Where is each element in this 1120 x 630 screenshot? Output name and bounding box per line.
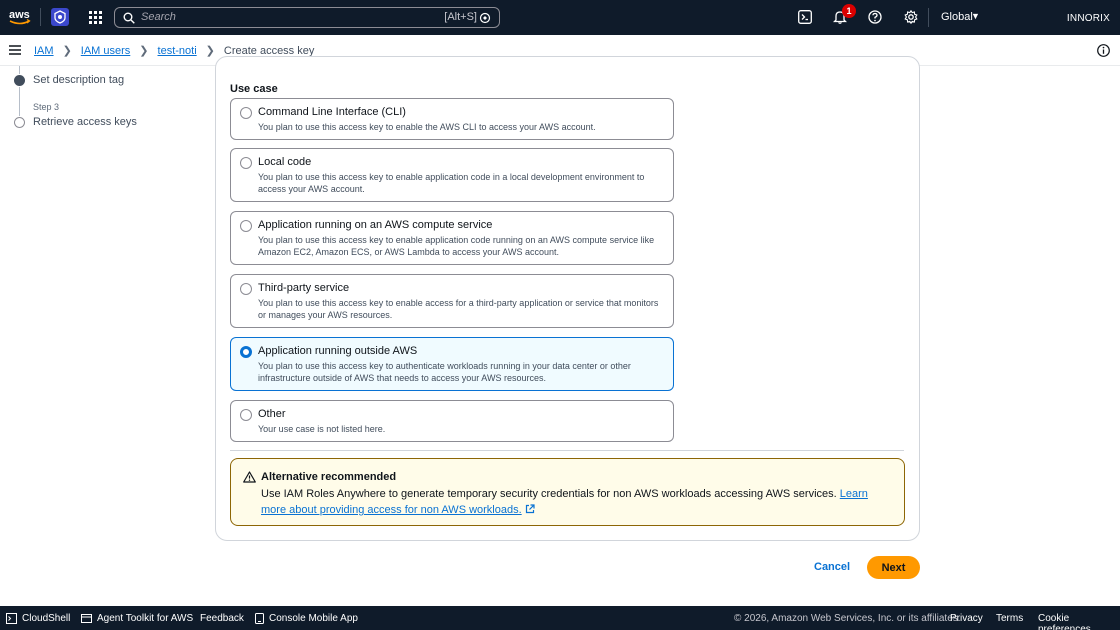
- settings-gear-icon[interactable]: [904, 10, 918, 24]
- footer-console-mobile[interactable]: Console Mobile App: [255, 613, 358, 624]
- services-grid-icon[interactable]: [89, 11, 102, 24]
- external-link-icon[interactable]: [525, 504, 535, 514]
- footer-agent-toolkit[interactable]: Agent Toolkit for AWS: [81, 613, 193, 624]
- footer-cookie-preferences[interactable]: Cookie preferences: [1038, 613, 1120, 630]
- search-shortcut: [Alt+S]: [444, 11, 477, 23]
- option-label: Application running on an AWS compute se…: [258, 219, 493, 231]
- footer-agent-toolkit-label: Agent Toolkit for AWS: [97, 613, 194, 624]
- radio-button[interactable]: [240, 157, 252, 169]
- option-description: You plan to use this access key to enabl…: [258, 172, 645, 194]
- breadcrumb-user[interactable]: test-noti: [158, 45, 197, 57]
- top-navigation: aws Search [Alt+S] 1 Global ▼ INNORIX: [0, 0, 1120, 35]
- use-case-title: Use case: [230, 83, 278, 95]
- search-icon: [123, 12, 135, 24]
- chevron-right-icon: ❯: [139, 45, 149, 57]
- footer: CloudShell Agent Toolkit for AWS Feedbac…: [0, 606, 1120, 630]
- breadcrumb-iam-users[interactable]: IAM users: [81, 45, 131, 57]
- footer-privacy[interactable]: Privacy: [950, 613, 983, 624]
- alert-title: Alternative recommended: [261, 471, 397, 483]
- next-button[interactable]: Next: [867, 556, 920, 579]
- option-description: You plan to use this access key to enabl…: [258, 122, 596, 132]
- aws-logo[interactable]: aws: [8, 6, 32, 28]
- help-icon[interactable]: [868, 10, 882, 24]
- notification-badge: 1: [842, 4, 856, 18]
- option-description: You plan to use this access key to enabl…: [258, 235, 655, 257]
- radio-button[interactable]: [240, 107, 252, 119]
- option-label: Command Line Interface (CLI): [258, 106, 406, 118]
- footer-feedback[interactable]: Feedback: [200, 613, 244, 624]
- radio-button[interactable]: [240, 409, 252, 421]
- warning-icon: [243, 471, 256, 483]
- iam-service-icon[interactable]: [51, 8, 69, 26]
- search-input[interactable]: Search [Alt+S]: [114, 7, 500, 28]
- cancel-button[interactable]: Cancel: [814, 561, 850, 573]
- search-settings-icon[interactable]: [479, 12, 491, 24]
- nav-separator: [40, 8, 41, 26]
- footer-terms[interactable]: Terms: [996, 613, 1023, 624]
- footer-cloudshell[interactable]: CloudShell: [6, 613, 70, 624]
- region-selector[interactable]: Global: [941, 11, 973, 23]
- alert-text: Use IAM Roles Anywhere to generate tempo…: [261, 488, 837, 500]
- section-divider: [230, 450, 904, 451]
- nav-separator: [928, 8, 929, 27]
- breadcrumb-current: Create access key: [223, 44, 315, 57]
- hamburger-menu-icon[interactable]: [9, 44, 21, 56]
- breadcrumb-iam[interactable]: IAM: [34, 45, 54, 57]
- step-indicator-active: [14, 75, 25, 86]
- info-icon[interactable]: [1097, 44, 1110, 57]
- alternative-recommended-alert: Alternative recommended Use IAM Roles An…: [230, 458, 905, 526]
- use-case-option-cli[interactable]: Command Line Interface (CLI) You plan to…: [230, 98, 674, 140]
- use-case-option-aws-compute[interactable]: Application running on an AWS compute se…: [230, 211, 674, 265]
- step-connector: [19, 87, 20, 116]
- toolkit-icon: [81, 614, 92, 623]
- option-label: Local code: [258, 156, 312, 168]
- radio-button[interactable]: [240, 283, 252, 295]
- use-case-option-local-code[interactable]: Local code You plan to use this access k…: [230, 148, 674, 202]
- radio-button[interactable]: [240, 220, 252, 232]
- svg-text:aws: aws: [9, 9, 30, 21]
- mobile-icon: [255, 613, 264, 624]
- alert-body: Use IAM Roles Anywhere to generate tempo…: [261, 486, 891, 518]
- use-case-option-third-party[interactable]: Third-party service You plan to use this…: [230, 274, 674, 328]
- use-case-option-outside-aws[interactable]: Application running outside AWS You plan…: [230, 337, 674, 391]
- footer-copyright: © 2026, Amazon Web Services, Inc. or its…: [734, 613, 961, 624]
- radio-button-selected[interactable]: [240, 346, 252, 358]
- step-indicator-pending: [14, 117, 25, 128]
- footer-cloudshell-label: CloudShell: [22, 613, 71, 624]
- cloudshell-icon[interactable]: [798, 10, 812, 24]
- use-case-option-other[interactable]: Other Your use case is not listed here.: [230, 400, 674, 442]
- account-menu[interactable]: INNORIX: [1067, 13, 1110, 24]
- step-3-label: Step 3: [33, 102, 60, 112]
- step-2-title[interactable]: Set description tag: [33, 74, 124, 86]
- option-label: Other: [258, 408, 286, 420]
- caret-down-icon: ▼: [971, 11, 980, 21]
- option-description: You plan to use this access key to enabl…: [258, 298, 659, 320]
- cloudshell-icon: [6, 613, 17, 624]
- search-placeholder: Search: [141, 11, 176, 23]
- step-connector: [19, 66, 20, 74]
- option-label: Third-party service: [258, 282, 350, 294]
- chevron-right-icon: ❯: [62, 45, 72, 57]
- option-description: You plan to use this access key to authe…: [258, 361, 631, 383]
- footer-console-mobile-label: Console Mobile App: [269, 613, 358, 624]
- step-3-title: Retrieve access keys: [33, 116, 137, 128]
- option-label: Application running outside AWS: [258, 345, 418, 357]
- chevron-right-icon: ❯: [205, 45, 215, 57]
- option-description: Your use case is not listed here.: [258, 424, 386, 434]
